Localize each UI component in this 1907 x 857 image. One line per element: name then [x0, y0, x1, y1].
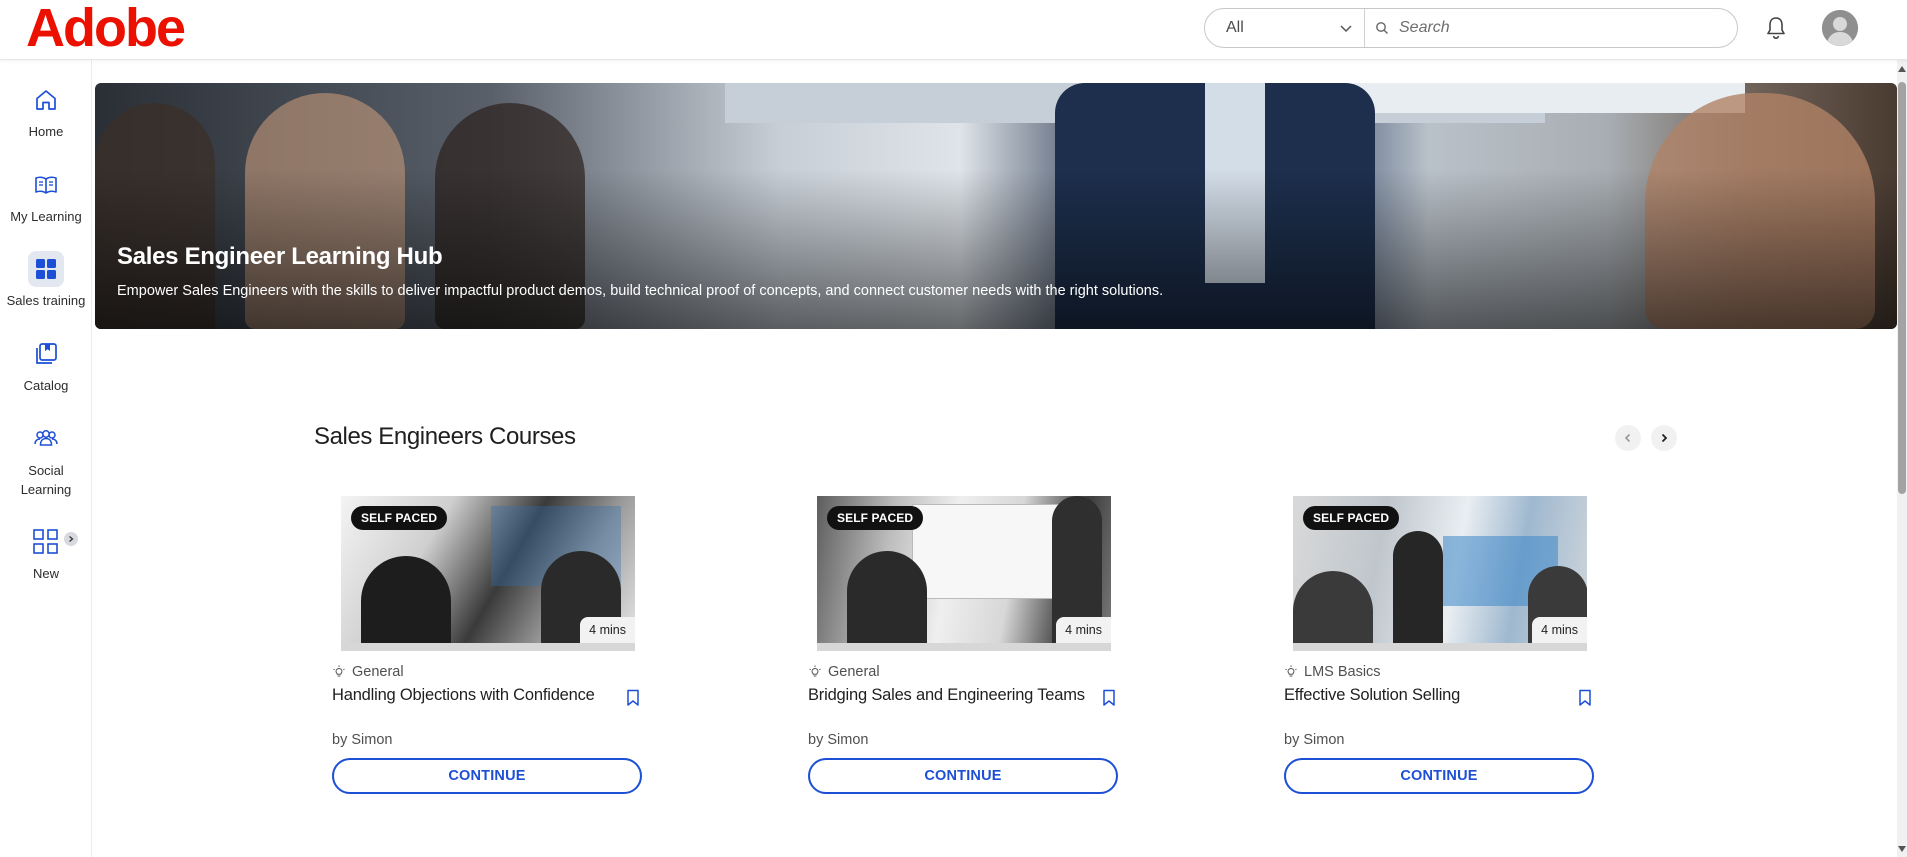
self-paced-badge: SELF PACED [351, 506, 448, 530]
scroll-up-arrow-icon[interactable] [1898, 66, 1906, 72]
course-title[interactable]: Effective Solution Selling [1284, 686, 1460, 705]
sidebar-item-social-learning[interactable]: Social Learning [0, 421, 92, 499]
top-header: Adobe All [0, 0, 1907, 60]
chevron-down-icon [1340, 25, 1352, 33]
course-card[interactable]: SELF PACED 4 mins General Bridging Sales… [808, 496, 1120, 796]
chevron-right-icon [1661, 433, 1668, 443]
carousel-next-button[interactable] [1651, 425, 1677, 451]
sidebar-label-my-learning: My Learning [10, 209, 82, 224]
course-title[interactable]: Bridging Sales and Engineering Teams [808, 686, 1085, 705]
chevron-right-icon[interactable] [64, 532, 78, 546]
course-category-label: LMS Basics [1304, 664, 1381, 680]
search-scope-dropdown[interactable]: All [1205, 9, 1365, 47]
duration-badge: 4 mins [580, 617, 635, 643]
duration-badge: 4 mins [1532, 617, 1587, 643]
search-scope-label: All [1226, 19, 1244, 36]
course-author: by Simon [332, 732, 393, 748]
sidebar-label-catalog: Catalog [23, 378, 69, 393]
people-icon [28, 421, 64, 457]
bookmark-icon[interactable] [1102, 689, 1116, 707]
sidebar-label-new: New [32, 566, 59, 581]
course-title[interactable]: Handling Objections with Confidence [332, 686, 595, 705]
page-scrollbar[interactable] [1897, 60, 1907, 857]
self-paced-badge: SELF PACED [1303, 506, 1400, 530]
continue-button[interactable]: CONTINUE [1284, 758, 1594, 794]
adobe-logo[interactable]: Adobe [26, 1, 186, 55]
scroll-down-arrow-icon[interactable] [1898, 846, 1906, 852]
section-title: Sales Engineers Courses [314, 423, 576, 450]
sidebar-label-home: Home [28, 124, 64, 139]
course-author: by Simon [808, 732, 869, 748]
search-bar: All [1204, 8, 1738, 48]
sidebar-item-home[interactable]: Home [0, 82, 92, 141]
notification-bell-icon[interactable] [1763, 14, 1789, 42]
bookmark-icon[interactable] [1578, 689, 1592, 707]
grid-outline-icon [28, 524, 64, 560]
home-icon [28, 82, 64, 118]
course-category-label: General [352, 664, 404, 680]
sidebar-item-catalog[interactable]: Catalog [0, 336, 92, 395]
sidebar-item-new[interactable]: New [0, 524, 92, 583]
course-thumbnail[interactable]: SELF PACED 4 mins [341, 496, 635, 651]
book-icon [28, 167, 64, 203]
self-paced-badge: SELF PACED [827, 506, 924, 530]
lightbulb-icon [1285, 665, 1297, 677]
duration-badge: 4 mins [1056, 617, 1111, 643]
hero-title: Sales Engineer Learning Hub [117, 243, 443, 270]
sidebar-item-sales-training[interactable]: Sales training [0, 251, 92, 310]
lightbulb-icon [333, 665, 345, 677]
continue-button[interactable]: CONTINUE [808, 758, 1118, 794]
search-input[interactable] [1399, 19, 1699, 37]
catalog-icon [28, 336, 64, 372]
continue-button[interactable]: CONTINUE [332, 758, 642, 794]
user-avatar[interactable] [1822, 10, 1858, 46]
scrollbar-thumb[interactable] [1898, 82, 1906, 494]
hero-banner: Sales Engineer Learning Hub Empower Sale… [95, 83, 1897, 329]
carousel-prev-button[interactable] [1615, 425, 1641, 451]
grid-tiles-icon [28, 251, 64, 287]
course-category: General [808, 664, 880, 680]
course-category: LMS Basics [1284, 664, 1381, 680]
left-sidebar: Home My Learning Sales training Catalog … [0, 60, 92, 857]
course-thumbnail[interactable]: SELF PACED 4 mins [817, 496, 1111, 651]
chevron-left-icon [1624, 433, 1631, 443]
hero-subtitle: Empower Sales Engineers with the skills … [117, 283, 1164, 299]
course-card[interactable]: SELF PACED 4 mins General Handling Objec… [332, 496, 644, 796]
sidebar-label-social-learning: Social Learning [20, 463, 72, 497]
bookmark-icon[interactable] [626, 689, 640, 707]
search-icon [1365, 21, 1399, 35]
course-thumbnail[interactable]: SELF PACED 4 mins [1293, 496, 1587, 651]
sidebar-label-sales-training: Sales training [6, 293, 86, 308]
sidebar-item-my-learning[interactable]: My Learning [0, 167, 92, 226]
lightbulb-icon [809, 665, 821, 677]
course-author: by Simon [1284, 732, 1345, 748]
course-card[interactable]: SELF PACED 4 mins LMS Basics Effective S… [1284, 496, 1596, 796]
course-category-label: General [828, 664, 880, 680]
course-category: General [332, 664, 404, 680]
